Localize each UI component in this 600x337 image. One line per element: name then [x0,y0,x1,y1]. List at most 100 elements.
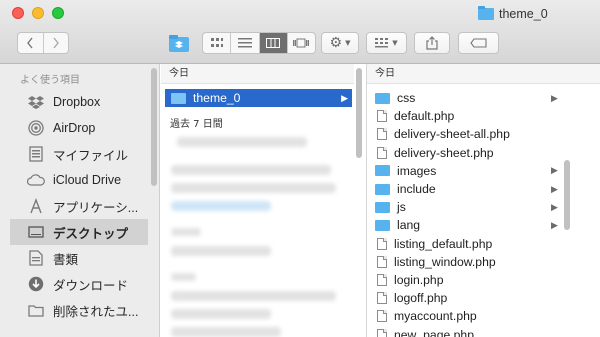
item-name: theme_0 [193,91,241,105]
column-view-button[interactable] [259,33,288,53]
share-button[interactable] [414,32,450,54]
item-name: new_page.php [394,327,474,337]
document-icon [377,292,387,305]
folder-icon [27,304,45,317]
sidebar-item-label: AirDrop [53,121,96,135]
folder-icon [478,6,494,20]
sidebar: よく使う項目 Dropbox AirDrop マイファイル iCloud Dri… [0,64,160,337]
documents-icon [27,250,45,266]
sidebar-item-downloads[interactable]: ダウンロード [10,271,148,297]
folder-icon [171,92,186,104]
sidebar-item-icloud-drive[interactable]: iCloud Drive [10,167,148,193]
close-window-button[interactable] [12,7,24,19]
list-item-theme-0[interactable]: theme_0 ▶ [165,89,352,107]
list-item[interactable]: login.php [375,271,560,289]
disclosure-arrow-icon: ▶ [551,92,558,103]
sidebar-item-label: 削除されたユ... [53,304,139,319]
disclosure-arrow-icon: ▶ [551,183,558,194]
document-icon [377,255,387,268]
folder-icon [375,92,390,104]
group-label-last-7-days: 過去 7 日間 [170,119,223,130]
item-name: include [397,182,436,196]
document-icon [377,274,387,286]
sidebar-item-airdrop[interactable]: AirDrop [10,115,148,141]
sidebar-item-label: iCloud Drive [53,173,122,187]
list-item[interactable]: myaccount.php [375,307,560,325]
disclosure-arrow-icon: ▶ [551,219,558,230]
column2-scrollbar[interactable] [564,160,570,230]
document-icon [377,328,387,337]
folder-icon [375,219,390,231]
action-menu-button[interactable]: ⚙ ▼ [321,32,359,54]
cover-flow-icon [293,38,310,48]
all-my-files-icon [27,146,45,162]
sidebar-item-all-my-files[interactable]: マイファイル [10,141,148,167]
item-name: login.php [394,273,444,287]
document-icon [377,128,387,141]
document-icon [377,146,387,159]
document-icon [377,110,387,123]
disclosure-arrow-icon: ▶ [551,201,558,212]
list-item[interactable]: lang ▶ [375,216,560,234]
item-name: css [397,91,416,105]
cloud-icon [27,174,45,186]
list-item[interactable]: listing_window.php [375,253,560,271]
list-icon [237,38,252,48]
document-icon [377,310,387,323]
folder-icon [375,183,390,195]
list-item[interactable]: images ▶ [375,162,560,180]
item-name: logoff.php [394,291,448,306]
folder-icon [375,201,390,213]
disclosure-arrow-icon: ▶ [551,165,558,176]
arrange-icon [375,38,389,48]
list-item[interactable]: delivery-sheet-all.php [375,125,560,143]
back-button[interactable] [18,33,44,53]
forward-button[interactable] [44,33,68,53]
columns-icon [266,38,281,48]
sidebar-item-desktop[interactable]: デスクトップ [10,219,148,245]
applications-icon [27,198,45,214]
sidebar-item-label: Dropbox [53,95,101,109]
sidebar-item-deleted-users[interactable]: 削除されたユ... [10,297,148,323]
sidebar-scrollbar[interactable] [151,68,157,186]
finder-window: theme_0 ⚙ ▼ ▼ よく使う項目 Dropbox AirDrop マイフ… [0,0,600,337]
sidebar-item-documents[interactable]: 書類 [10,245,148,271]
column1-scrollbar[interactable] [356,68,362,158]
column-header-today: 今日 [161,64,354,84]
grid-icon [210,38,223,47]
list-item[interactable]: logoff.php [375,289,560,307]
view-mode-selector [202,32,316,54]
list-view-button[interactable] [231,33,260,53]
list-item[interactable]: default.php [375,107,560,125]
list-item[interactable]: delivery-sheet.php [375,144,560,162]
list-item[interactable]: new_page.php [375,326,560,337]
item-name: lang [397,218,421,233]
item-name: listing_default.php [394,236,493,251]
item-name: images [397,163,437,178]
list-item[interactable]: include ▶ [375,180,560,198]
dropbox-folder-icon [169,35,189,52]
edit-tags-button[interactable] [458,32,499,54]
icon-view-button[interactable] [203,33,232,53]
column-browser-1: 今日 theme_0 ▶ 過去 7 日間 [161,64,362,337]
arrange-menu-button[interactable]: ▼ [366,32,407,54]
chevron-down-icon: ▼ [345,39,351,47]
dropbox-toolbar-button[interactable] [168,33,190,53]
list-item[interactable]: js ▶ [375,198,560,216]
list-item[interactable]: css ▶ [375,89,560,107]
item-name: js [397,200,406,215]
cover-flow-button[interactable] [288,33,315,53]
disclosure-arrow-icon: ▶ [341,92,348,103]
downloads-icon [27,276,45,292]
chevron-left-icon [27,37,34,49]
item-name: listing_window.php [394,254,496,269]
sidebar-item-dropbox[interactable]: Dropbox [10,89,148,115]
tag-icon [469,38,487,48]
sidebar-item-label: アプリケーシ... [53,200,139,215]
sidebar-section-favorites: よく使う項目 [20,75,80,86]
sidebar-item-applications[interactable]: アプリケーシ... [10,193,148,219]
zoom-window-button[interactable] [52,7,64,19]
minimize-window-button[interactable] [32,7,44,19]
list-item[interactable]: listing_default.php [375,235,560,253]
airdrop-icon [27,120,45,136]
